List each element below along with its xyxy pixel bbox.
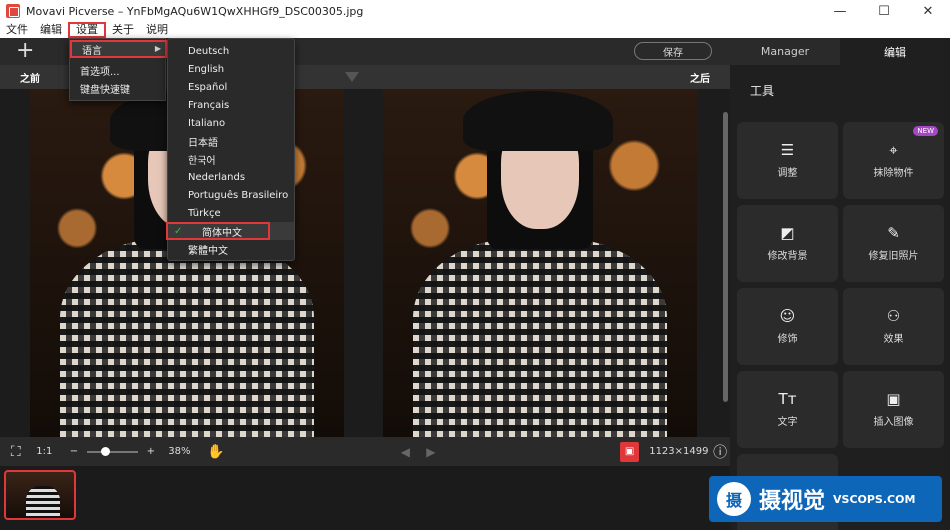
watermark-logo-icon: 摄 bbox=[717, 482, 751, 516]
zoom-out-button[interactable]: − bbox=[67, 437, 81, 466]
tools-title: 工具 bbox=[750, 84, 775, 98]
language-item[interactable]: 繁體中文 bbox=[168, 240, 294, 258]
smiley-icon: ☺ bbox=[779, 307, 796, 325]
tab-manager[interactable]: Manager bbox=[730, 38, 840, 65]
tool-restore-old-photo-label: 修复旧照片 bbox=[868, 251, 919, 262]
text-icon: Tт bbox=[778, 390, 797, 408]
thumbnail-strip bbox=[0, 466, 730, 530]
fit-screen-icon[interactable]: ⛶ bbox=[0, 437, 31, 466]
language-item[interactable]: Português Brasileiro bbox=[168, 186, 294, 204]
before-photo-coat bbox=[60, 239, 314, 437]
mode-tabs: Manager 编辑 bbox=[730, 38, 950, 65]
compare-divider-handle[interactable] bbox=[345, 72, 359, 82]
submenu-arrow-icon: ▶ bbox=[154, 44, 161, 53]
menu-item-preferences[interactable]: 首选项... bbox=[70, 61, 167, 79]
tool-insert-image[interactable]: ▣ 插入图像 bbox=[843, 371, 944, 448]
tool-retouch[interactable]: ☺ 修饰 bbox=[737, 288, 838, 365]
previous-photo-icon[interactable]: ◀ bbox=[393, 437, 419, 466]
compare-view-icon[interactable]: ▣ bbox=[619, 441, 640, 462]
language-item[interactable]: Nederlands bbox=[168, 168, 294, 186]
language-item[interactable]: 한국어 bbox=[168, 150, 294, 168]
language-menu: Deutsch English Español Français Italian… bbox=[166, 38, 295, 261]
menu-about[interactable]: 关于 bbox=[106, 22, 140, 38]
after-photo-coat bbox=[413, 239, 667, 437]
eraser-icon: ⌖ bbox=[889, 141, 898, 159]
menu-edit[interactable]: 编辑 bbox=[34, 22, 68, 38]
language-item[interactable]: Türkçe bbox=[168, 204, 294, 222]
language-item[interactable]: English bbox=[168, 60, 294, 78]
tool-erase-object[interactable]: NEW ⌖ 抹除物件 bbox=[843, 122, 944, 199]
close-button[interactable]: ✕ bbox=[906, 0, 950, 22]
menu-settings[interactable]: 设置 bbox=[68, 22, 106, 38]
zoom-slider[interactable] bbox=[86, 446, 138, 456]
tool-erase-object-label: 抹除物件 bbox=[873, 168, 914, 179]
language-item[interactable]: Español bbox=[168, 78, 294, 96]
tools-panel: 工具 ☰ 调整 NEW ⌖ 抹除物件 ◩ 修改背景 ✎ 修复旧照片 ☺ 修饰 ⚇… bbox=[730, 65, 950, 530]
watermark: 摄 摄视觉 VSCOPS.COM bbox=[709, 476, 942, 522]
after-photo bbox=[383, 89, 697, 437]
after-photo-hat bbox=[463, 91, 613, 151]
tool-insert-image-label: 插入图像 bbox=[873, 417, 914, 428]
effects-icon: ⚇ bbox=[886, 307, 901, 325]
title-bar: Movavi Picverse – YnFbMgAQu6W1QwXHHGf9_D… bbox=[0, 0, 950, 22]
before-label: 之前 bbox=[20, 73, 40, 85]
info-icon[interactable]: ⓘ bbox=[710, 437, 730, 466]
zoom-level: 38% bbox=[168, 446, 191, 457]
menu-item-language-label: 语言 bbox=[82, 45, 102, 57]
window-title: Movavi Picverse – YnFbMgAQu6W1QwXHHGf9_D… bbox=[26, 4, 364, 18]
menu-item-keyboard-shortcuts[interactable]: 键盘快速键 bbox=[70, 79, 167, 97]
window-controls: — ☐ ✕ bbox=[818, 0, 950, 22]
menu-bar: 文件 编辑 设置 关于 说明 bbox=[0, 22, 950, 38]
tool-retouch-label: 修饰 bbox=[777, 334, 798, 345]
vertical-scrollbar[interactable] bbox=[723, 112, 728, 402]
photo-thumbnail[interactable] bbox=[4, 470, 76, 520]
tool-effects[interactable]: ⚇ 效果 bbox=[843, 288, 944, 365]
language-item[interactable]: 日本語 bbox=[168, 132, 294, 150]
after-label: 之后 bbox=[690, 73, 710, 85]
language-item[interactable]: Français bbox=[168, 96, 294, 114]
language-item[interactable]: Italiano bbox=[168, 114, 294, 132]
maximize-button[interactable]: ☐ bbox=[862, 0, 906, 22]
image-dimensions: 1123×1499 bbox=[649, 446, 709, 457]
settings-menu: 语言 ▶ 首选项... 键盘快速键 bbox=[69, 38, 167, 101]
tool-text[interactable]: Tт 文字 bbox=[737, 371, 838, 448]
background-icon: ◩ bbox=[780, 224, 795, 242]
sliders-icon: ☰ bbox=[780, 141, 795, 159]
minimize-button[interactable]: — bbox=[818, 0, 862, 22]
magic-wand-icon: ✎ bbox=[887, 224, 900, 242]
watermark-en: VSCOPS.COM bbox=[833, 492, 916, 506]
tab-edit[interactable]: 编辑 bbox=[840, 38, 950, 65]
tool-change-background[interactable]: ◩ 修改背景 bbox=[737, 205, 838, 282]
menu-help[interactable]: 说明 bbox=[140, 22, 174, 38]
tool-change-background-label: 修改背景 bbox=[767, 251, 808, 262]
image-icon: ▣ bbox=[886, 390, 901, 408]
tool-adjust[interactable]: ☰ 调整 bbox=[737, 122, 838, 199]
image-canvas bbox=[0, 89, 730, 437]
menu-file[interactable]: 文件 bbox=[0, 22, 34, 38]
zoom-slider-thumb[interactable] bbox=[100, 446, 110, 456]
language-item[interactable]: Deutsch bbox=[168, 42, 294, 60]
app-logo-icon bbox=[6, 4, 20, 18]
watermark-cn: 摄视觉 bbox=[759, 489, 826, 514]
tool-restore-old-photo[interactable]: ✎ 修复旧照片 bbox=[843, 205, 944, 282]
tool-text-label: 文字 bbox=[777, 417, 798, 428]
add-photo-button[interactable]: + bbox=[16, 40, 34, 62]
bottom-toolbar: ⛶ 1:1 − + 38% ✋ ◀ ▶ ▣ 1123×1499 ⓘ bbox=[0, 437, 730, 466]
save-button[interactable]: 保存 bbox=[634, 42, 712, 60]
tool-adjust-label: 调整 bbox=[777, 168, 798, 179]
actual-size-button[interactable]: 1:1 bbox=[31, 437, 57, 466]
next-photo-icon[interactable]: ▶ bbox=[418, 437, 444, 466]
new-badge: NEW bbox=[913, 126, 938, 136]
tool-effects-label: 效果 bbox=[883, 334, 904, 345]
zoom-in-button[interactable]: + bbox=[144, 437, 158, 466]
hand-tool-icon[interactable]: ✋ bbox=[201, 437, 231, 466]
highlight-box bbox=[166, 222, 270, 240]
menu-item-language[interactable]: 语言 ▶ bbox=[70, 40, 167, 58]
